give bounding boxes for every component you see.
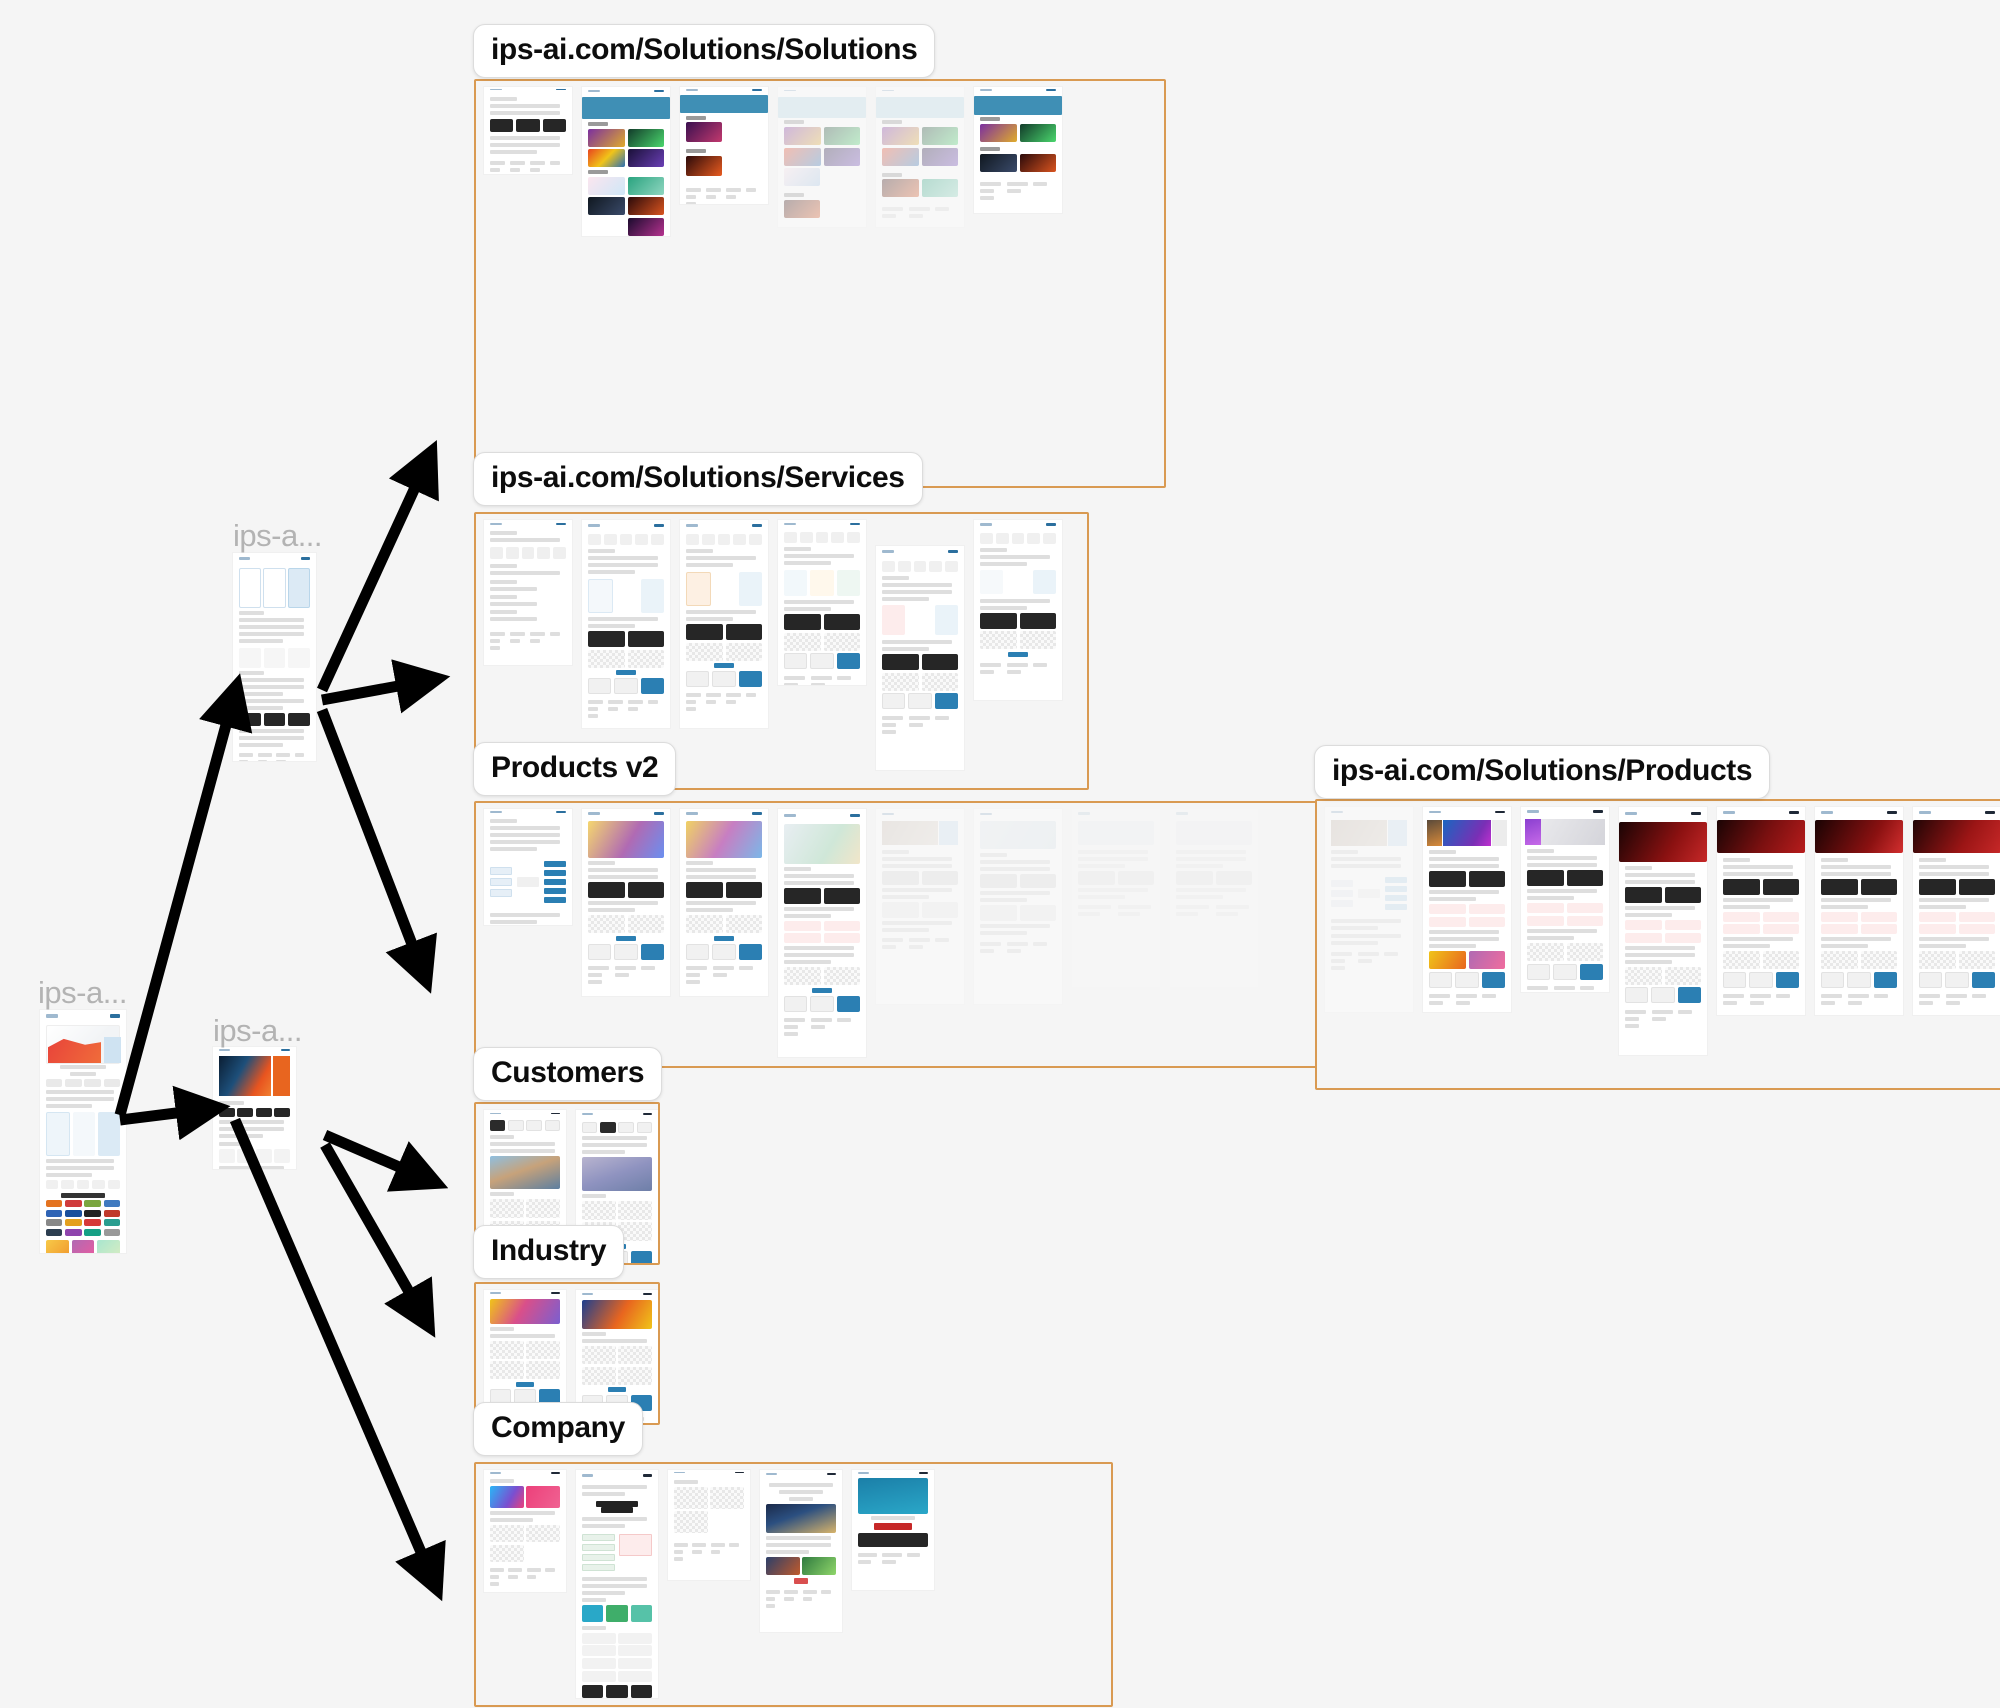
page-thumbnail[interactable] bbox=[582, 520, 670, 728]
frame-solutions-solutions[interactable] bbox=[474, 79, 1166, 488]
page-thumbnail[interactable] bbox=[1170, 809, 1258, 987]
page-thumbnail[interactable] bbox=[484, 1470, 566, 1592]
page-thumbnail[interactable] bbox=[582, 809, 670, 996]
page-thumbnail[interactable] bbox=[484, 520, 572, 665]
node-label-solutions: ips-a... bbox=[233, 518, 323, 553]
page-thumbnail[interactable] bbox=[1423, 807, 1511, 1012]
node-label-products-hub: ips-a... bbox=[213, 1013, 303, 1048]
page-thumbnail[interactable] bbox=[760, 1470, 842, 1632]
page-thumbnail[interactable] bbox=[852, 1470, 934, 1590]
frame-label-products-v2[interactable]: Products v2 bbox=[473, 742, 677, 796]
page-thumbnail[interactable] bbox=[876, 809, 964, 1004]
page-thumbnail[interactable] bbox=[484, 87, 572, 174]
page-thumbnail[interactable] bbox=[1619, 807, 1707, 1055]
node-label-home: ips-a... bbox=[38, 975, 128, 1010]
page-thumbnail[interactable] bbox=[680, 520, 768, 728]
page-thumbnail[interactable] bbox=[1521, 807, 1609, 992]
page-thumbnail[interactable] bbox=[1815, 807, 1903, 1015]
thumbnail-products-hub[interactable] bbox=[213, 1047, 296, 1169]
page-thumbnail[interactable] bbox=[974, 87, 1062, 213]
page-thumbnail[interactable] bbox=[974, 520, 1062, 700]
page-thumbnail[interactable] bbox=[582, 87, 670, 236]
frame-solutions-products[interactable] bbox=[1315, 799, 2000, 1090]
page-thumbnail[interactable] bbox=[1717, 807, 1805, 1015]
frame-label-solutions-solutions[interactable]: ips-ai.com/Solutions/Solutions bbox=[473, 24, 936, 78]
page-thumbnail[interactable] bbox=[778, 809, 866, 1057]
page-thumbnail[interactable] bbox=[974, 809, 1062, 1004]
page-thumbnail[interactable] bbox=[576, 1470, 658, 1698]
page-thumbnail[interactable] bbox=[876, 546, 964, 770]
frame-label-customers[interactable]: Customers bbox=[473, 1047, 663, 1101]
frame-label-company[interactable]: Company bbox=[473, 1402, 643, 1456]
frame-label-solutions-services[interactable]: ips-ai.com/Solutions/Services bbox=[473, 452, 923, 506]
page-thumbnail[interactable] bbox=[668, 1470, 750, 1580]
thumbnail-home[interactable] bbox=[40, 1010, 126, 1253]
page-thumbnail[interactable] bbox=[484, 1290, 566, 1416]
frame-products-v2[interactable] bbox=[474, 801, 1317, 1068]
frame-label-industry[interactable]: Industry bbox=[473, 1225, 625, 1279]
page-thumbnail[interactable] bbox=[778, 87, 866, 227]
page-thumbnail[interactable] bbox=[876, 87, 964, 227]
frame-company[interactable] bbox=[474, 1462, 1113, 1707]
page-thumbnail[interactable] bbox=[1072, 809, 1160, 987]
page-thumbnail[interactable] bbox=[778, 520, 866, 685]
page-thumbnail[interactable] bbox=[484, 809, 572, 925]
page-thumbnail[interactable] bbox=[680, 87, 768, 204]
page-thumbnail[interactable] bbox=[680, 809, 768, 996]
page-thumbnail[interactable] bbox=[1913, 807, 2000, 1015]
frame-label-solutions-products[interactable]: ips-ai.com/Solutions/Products bbox=[1314, 745, 1771, 799]
sitemap-canvas[interactable]: ips-a... ips-a... ips-a... ips-ai.com/So… bbox=[0, 0, 2000, 1708]
thumbnail-solutions[interactable] bbox=[233, 553, 316, 761]
page-thumbnail[interactable] bbox=[1325, 807, 1413, 1012]
